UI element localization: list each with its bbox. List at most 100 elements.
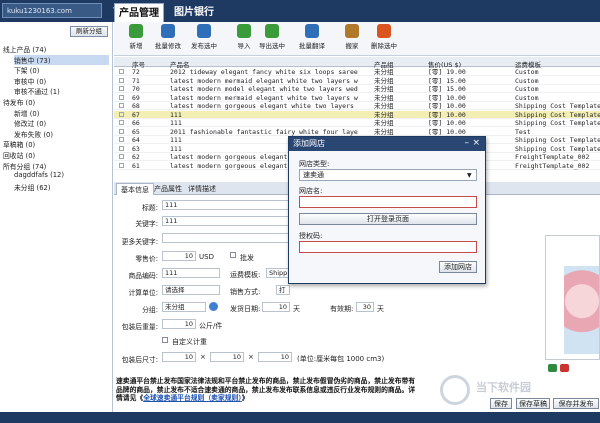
image-add-icon[interactable] [548, 364, 557, 372]
toolbar-button[interactable]: 发布选中 [186, 24, 222, 54]
row-checkbox[interactable] [119, 103, 124, 108]
row-checkbox[interactable] [119, 77, 124, 83]
account-field[interactable]: kuku1230163.com [2, 3, 102, 18]
row-checkbox[interactable] [119, 120, 124, 125]
table-row[interactable]: 72 2012 tideway elegant fancy white six l… [114, 68, 600, 76]
keyword-input[interactable]: 111 [162, 216, 292, 226]
size-unit: (单位:厘米每包 1000 cm3) [297, 355, 385, 363]
size-height-input[interactable]: 10 [258, 352, 292, 362]
group-info-icon[interactable] [209, 302, 218, 311]
custom-weight-checkbox[interactable] [162, 337, 168, 343]
cell-no: 70 [132, 85, 140, 93]
wholesale-checkbox[interactable] [230, 252, 236, 258]
row-checkbox[interactable] [119, 162, 124, 168]
more-keyword-input[interactable] [162, 233, 292, 243]
row-checkbox[interactable] [119, 111, 124, 117]
sidebar-item[interactable]: 发布失败 (0) [14, 129, 109, 139]
minimize-icon[interactable]: – [465, 138, 470, 148]
title-input[interactable]: 111 [162, 200, 292, 210]
table-row[interactable]: 71 latest modern mermaid elegant white tw… [114, 77, 600, 85]
cell-price: [零] 10.00 [428, 119, 466, 127]
sidebar-item[interactable]: 回收站 (0) [3, 150, 109, 160]
sidebar-item[interactable]: 销售中 (73) [14, 54, 109, 65]
auth-code-label: 授权码: [299, 232, 323, 240]
sidebar-item[interactable]: 审核不通过 (1) [14, 86, 109, 96]
sidebar-item[interactable]: 下架 (0) [14, 65, 109, 75]
row-checkbox[interactable] [119, 154, 124, 159]
refresh-groups-button[interactable]: 刷新分组 [70, 26, 108, 37]
sidebar-item[interactable]: 线上产品 (74) [3, 44, 109, 54]
sell-mode-select[interactable]: 打 [276, 285, 290, 295]
cell-name: latest modern gorgeous elegant white two… [170, 102, 354, 110]
tab-detail-description[interactable]: 详情描述 [184, 183, 220, 195]
group-select[interactable]: 未分组 [162, 302, 206, 312]
shop-name-input[interactable] [299, 196, 477, 208]
sidebar-item[interactable]: 草稿箱 (0) [3, 139, 109, 149]
weight-input[interactable]: 10 [162, 319, 196, 329]
open-login-page-button[interactable]: 打开登录页面 [299, 213, 477, 225]
toolbar-button[interactable]: 批量翻译 [294, 24, 330, 54]
cell-price: [零] 10.00 [428, 93, 466, 102]
toolbar-button[interactable]: 批量修改 [150, 24, 186, 54]
shop-type-select[interactable]: 速卖通 [299, 169, 477, 181]
size-length-input[interactable]: 10 [162, 352, 196, 362]
add-shop-button[interactable]: 添加网店 [439, 261, 477, 273]
product-photo [564, 266, 599, 354]
ship-date-input[interactable]: 10 [262, 302, 290, 312]
toolbar-button[interactable]: 搬家 [334, 24, 370, 54]
table-row[interactable]: 70 latest modern model elegant white two … [114, 85, 600, 93]
row-checkbox[interactable] [119, 145, 124, 151]
row-checkbox[interactable] [119, 94, 124, 100]
sidebar-item[interactable]: dagddfafs (12) [14, 171, 109, 179]
table-row[interactable]: 66 111 未分组 [零] 10.00 Shipping Cost Template [114, 119, 600, 127]
save-draft-button[interactable]: 保存草稿 [516, 398, 550, 409]
sidebar-item[interactable]: 未分组 (62) [14, 182, 109, 192]
sidebar-item[interactable]: 新增 (0) [14, 108, 109, 118]
tab-product-attributes[interactable]: 产品属性 [150, 183, 186, 195]
table-row[interactable]: 67 111 未分组 [零] 10.00 Shipping Cost Template [114, 110, 600, 119]
sidebar-item[interactable]: 待发布 (0) [3, 97, 109, 107]
table-row[interactable]: 65 2011 fashionable fantastic fairy white… [114, 128, 600, 136]
save-button[interactable]: 保存 [490, 398, 512, 409]
sidebar-item[interactable]: 所有分组 (74) [3, 161, 109, 171]
unit-select[interactable]: 请选择 [162, 285, 220, 295]
row-checkbox[interactable] [119, 69, 124, 74]
toolbar-button-label: 新增 [129, 42, 143, 50]
toolbar-button[interactable]: 新增 [118, 24, 154, 54]
chevron-down-icon[interactable]: ▼ [467, 172, 472, 179]
tab-image-bank[interactable]: 图片银行 [170, 3, 218, 22]
size-x-1: × [200, 353, 206, 361]
tab-basic-info[interactable]: 基本信息 [116, 183, 154, 195]
size-width-input[interactable]: 10 [210, 352, 244, 362]
save-publish-button[interactable]: 保存并发布 [553, 398, 599, 409]
sidebar-item[interactable]: 审核中 (0) [14, 76, 109, 86]
table-row[interactable]: 69 latest modern mermaid elegant white tw… [114, 94, 600, 102]
row-checkbox[interactable] [119, 128, 124, 134]
policy-notice: 速卖通平台禁止发布国家法律法规和平台禁止发布的商品，禁止发布假冒伪劣的商品，禁止… [116, 377, 416, 403]
cell-no: 68 [132, 102, 140, 110]
close-icon[interactable]: × [472, 138, 480, 148]
sidebar-item[interactable]: 修改过 (0) [14, 118, 109, 128]
toolbar-button[interactable]: 删除选中 [366, 24, 402, 54]
policy-rules-link[interactable]: 全球速卖通平台规则（卖家规则） [143, 394, 242, 402]
cell-tpl: Custom [515, 76, 539, 85]
code-input[interactable]: 111 [162, 268, 220, 278]
tab-product-management[interactable]: 产品管理 [114, 3, 164, 22]
row-checkbox[interactable] [119, 86, 124, 91]
row-checkbox[interactable] [119, 137, 124, 142]
auth-code-input[interactable] [299, 241, 477, 253]
ship-date-unit: 天 [293, 305, 300, 313]
table-row[interactable]: 68 latest modern gorgeous elegant white t… [114, 102, 600, 110]
cell-tpl: Custom [515, 93, 539, 102]
image-remove-icon[interactable] [560, 364, 569, 372]
cell-name: 2012 tideway elegant fancy white six loo… [170, 68, 358, 76]
valid-input[interactable]: 30 [356, 302, 374, 312]
cell-price: [零] 10.00 [428, 102, 466, 110]
cell-tpl: Shipping Cost Template [515, 136, 600, 144]
toolbar-button[interactable]: 导出选中 [254, 24, 290, 54]
cell-price: [零] 15.00 [428, 85, 466, 93]
size-label: 包装后尺寸: [121, 356, 158, 364]
retail-price-input[interactable]: 10 [162, 251, 196, 261]
delete-icon [377, 24, 391, 38]
freight-select[interactable]: Shipp [266, 268, 290, 278]
